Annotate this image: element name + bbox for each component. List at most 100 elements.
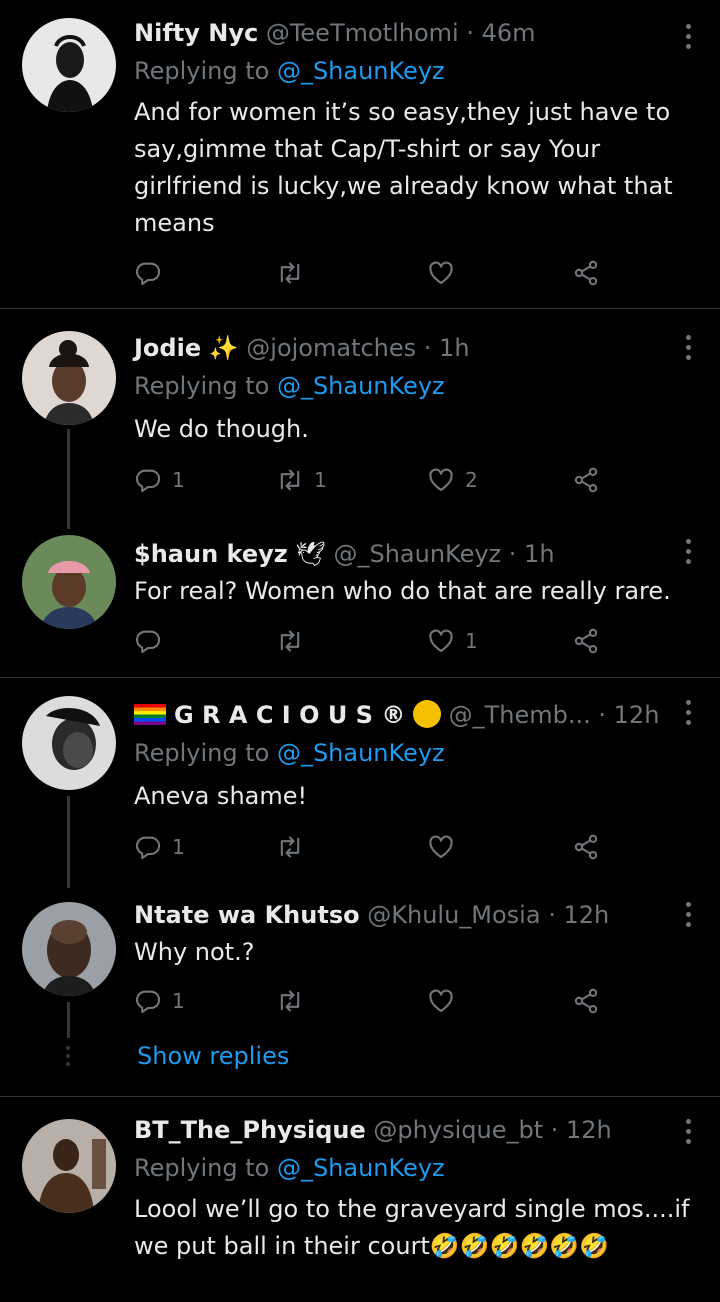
reply-button[interactable]: 1 [134, 985, 185, 1017]
tweet-text: Aneva shame! [134, 782, 308, 810]
tweet[interactable]: BT_The_Physique @physique_bt · 12h Reply… [0, 1097, 720, 1302]
like-icon [427, 466, 455, 494]
user-handle[interactable]: @_Themb... [449, 701, 591, 729]
like-icon [427, 627, 455, 655]
more-icon[interactable] [684, 700, 692, 730]
replying-label: Replying to [134, 1154, 277, 1182]
share-button[interactable] [572, 831, 600, 863]
tweet-text: Loool we’ll go to the graveyard single m… [134, 1195, 690, 1260]
share-button[interactable] [572, 985, 600, 1017]
like-button[interactable]: 2 [427, 464, 478, 496]
user-handle[interactable]: @TeeTmotlhomi [266, 19, 459, 47]
avatar[interactable] [22, 902, 116, 996]
user-name[interactable]: $haun keyz [134, 540, 288, 568]
like-button[interactable] [427, 831, 465, 863]
mention-link[interactable]: @_ShaunKeyz [277, 1154, 445, 1182]
tweet[interactable]: Nifty Nyc @TeeTmotlhomi · 46m Replying t… [0, 0, 720, 308]
reply-button[interactable] [134, 257, 172, 289]
more-icon[interactable] [684, 1119, 692, 1149]
tweet-actions: 1 [134, 625, 614, 657]
reply-button[interactable] [134, 625, 172, 657]
tweet-actions [134, 257, 614, 289]
user-handle[interactable]: @jojomatches [246, 334, 416, 362]
show-replies-link[interactable]: Show replies [137, 1042, 289, 1070]
replying-label: Replying to [134, 57, 277, 85]
more-icon[interactable] [684, 335, 692, 365]
timestamp[interactable]: · 12h [551, 1116, 612, 1144]
avatar[interactable] [22, 331, 116, 425]
user-handle[interactable]: @physique_bt [373, 1116, 543, 1144]
timestamp[interactable]: · 12h [598, 701, 659, 729]
tweet-text: We do though. [134, 415, 309, 443]
smiling-face-icon [412, 700, 441, 728]
timestamp[interactable]: · 1h [509, 540, 555, 568]
timestamp[interactable]: · 46m [466, 19, 535, 47]
timestamp[interactable]: · 1h [424, 334, 470, 362]
share-button[interactable] [572, 257, 600, 289]
avatar[interactable] [22, 696, 116, 790]
user-name[interactable]: BT_The_Physique [134, 1116, 366, 1144]
replying-to: Replying to @_ShaunKeyz [134, 371, 445, 401]
share-icon [572, 259, 600, 287]
user-name[interactable]: Ntate wa Khutso [134, 901, 360, 929]
share-button[interactable] [572, 625, 600, 657]
share-button[interactable] [572, 464, 600, 496]
user-handle[interactable]: @_ShaunKeyz [333, 540, 501, 568]
like-icon [427, 987, 455, 1015]
mention-link[interactable]: @_ShaunKeyz [277, 57, 445, 85]
user-name[interactable]: Nifty Nyc [134, 19, 258, 47]
mention-link[interactable]: @_ShaunKeyz [277, 372, 445, 400]
like-count: 1 [465, 629, 478, 653]
reply-count: 1 [172, 989, 185, 1013]
more-icon[interactable] [684, 902, 692, 932]
retweet-button[interactable] [276, 625, 314, 657]
reply-icon [134, 987, 162, 1015]
tweet[interactable]: Ntate wa Khutso @Khulu_Mosia · 12h Why n… [0, 878, 720, 1096]
avatar[interactable] [22, 535, 116, 629]
tweet-actions: 1 [134, 831, 614, 863]
retweet-button[interactable] [276, 985, 314, 1017]
replying-label: Replying to [134, 739, 277, 767]
avatar[interactable] [22, 18, 116, 112]
reply-count: 1 [172, 468, 185, 492]
avatar[interactable] [22, 1119, 116, 1213]
user-name[interactable]: Jodie [134, 334, 201, 362]
user-name[interactable]: G R A C I O U S ® [174, 701, 405, 729]
mention-link[interactable]: @_ShaunKeyz [277, 739, 445, 767]
replying-to: Replying to @_ShaunKeyz [134, 738, 445, 768]
like-count: 2 [465, 468, 478, 492]
like-button[interactable]: 1 [427, 625, 478, 657]
retweet-count: 1 [314, 468, 327, 492]
reply-count: 1 [172, 835, 185, 859]
retweet-icon [276, 466, 304, 494]
thread-line [67, 1002, 70, 1038]
tweet[interactable]: Jodie ✨ @jojomatches · 1h Replying to @_… [0, 309, 720, 529]
share-icon [572, 627, 600, 655]
user-handle[interactable]: @Khulu_Mosia [367, 901, 540, 929]
like-icon [427, 259, 455, 287]
more-icon[interactable] [684, 24, 692, 54]
more-replies-indicator [66, 1046, 70, 1070]
tweet[interactable]: $haun keyz 🕊 @_ShaunKeyz · 1h For real? … [0, 519, 720, 677]
timestamp[interactable]: · 12h [548, 901, 609, 929]
tweet-actions: 1 1 2 [134, 464, 614, 496]
retweet-button[interactable] [276, 831, 314, 863]
like-button[interactable] [427, 257, 465, 289]
tweet[interactable]: G R A C I O U S ® @_Themb... · 12h Reply… [0, 678, 720, 888]
replying-to: Replying to @_ShaunKeyz [134, 56, 445, 86]
reply-icon [134, 627, 162, 655]
more-icon[interactable] [684, 539, 692, 569]
reply-icon [134, 833, 162, 861]
like-button[interactable] [427, 985, 465, 1017]
reply-button[interactable]: 1 [134, 831, 185, 863]
retweet-button[interactable]: 1 [276, 464, 327, 496]
reply-button[interactable]: 1 [134, 464, 185, 496]
retweet-button[interactable] [276, 257, 314, 289]
retweet-icon [276, 259, 304, 287]
retweet-icon [276, 833, 304, 861]
dove-icon: 🕊 [295, 540, 326, 568]
tweet-actions: 1 [134, 985, 614, 1017]
tweet-text: For real? Women who do that are really r… [134, 577, 671, 605]
tweet-text: Why not.? [134, 938, 255, 966]
share-icon [572, 987, 600, 1015]
